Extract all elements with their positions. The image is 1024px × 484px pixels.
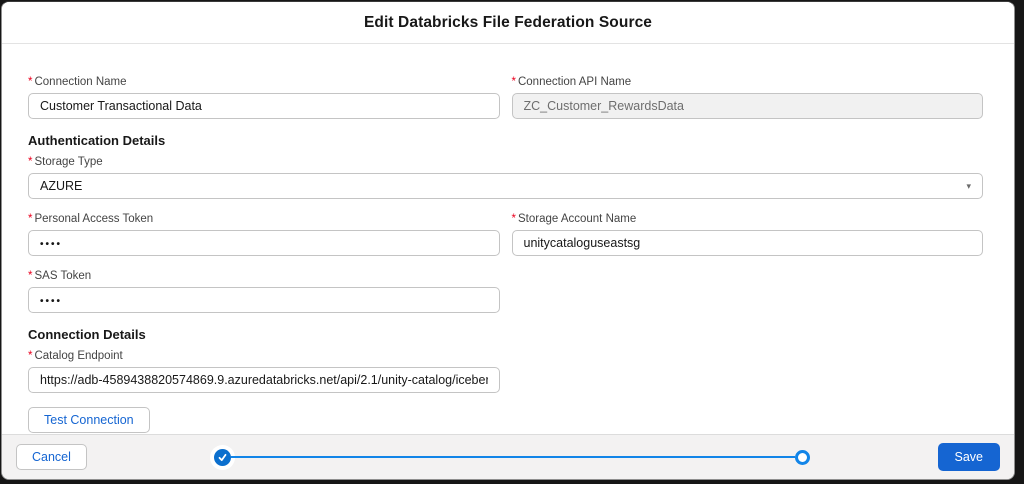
- storage-account-name-input[interactable]: [512, 230, 984, 256]
- connection-api-name-input: [512, 93, 984, 119]
- personal-access-token-input[interactable]: [28, 230, 500, 256]
- connection-name-label-text: Connection Name: [34, 76, 126, 88]
- modal-body: *Connection Name *Connection API Name Au…: [2, 44, 1014, 434]
- cancel-button[interactable]: Cancel: [16, 444, 87, 470]
- progress-step-2-current[interactable]: [795, 450, 810, 465]
- sas-token-field: *SAS Token: [28, 270, 500, 313]
- check-icon: [218, 453, 227, 462]
- connection-name-field: *Connection Name: [28, 76, 500, 119]
- connection-api-name-field: *Connection API Name: [512, 76, 984, 119]
- storage-type-field: *Storage Type AZURE ▾: [28, 156, 983, 199]
- personal-access-token-field: *Personal Access Token: [28, 213, 500, 256]
- progress-step-1-complete[interactable]: [214, 449, 231, 466]
- catalog-endpoint-field: *Catalog Endpoint: [28, 350, 500, 393]
- storage-account-name-label: *Storage Account Name: [512, 213, 984, 226]
- catalog-endpoint-input[interactable]: [28, 367, 500, 393]
- personal-access-token-label-text: Personal Access Token: [34, 213, 153, 225]
- modal-title: Edit Databricks File Federation Source: [364, 14, 652, 32]
- required-asterisk: *: [28, 213, 32, 225]
- save-button[interactable]: Save: [938, 443, 1001, 471]
- connection-api-name-label: *Connection API Name: [512, 76, 984, 89]
- connection-api-name-label-text: Connection API Name: [518, 76, 631, 88]
- connection-name-label: *Connection Name: [28, 76, 500, 89]
- connection-details-heading: Connection Details: [28, 327, 983, 342]
- storage-type-select[interactable]: AZURE ▾: [28, 173, 983, 199]
- required-asterisk: *: [512, 213, 516, 225]
- edit-source-modal: Edit Databricks File Federation Source *…: [1, 1, 1015, 480]
- required-asterisk: *: [512, 76, 516, 88]
- storage-type-label: *Storage Type: [28, 156, 983, 169]
- catalog-endpoint-label-text: Catalog Endpoint: [34, 350, 122, 362]
- connection-name-input[interactable]: [28, 93, 500, 119]
- required-asterisk: *: [28, 350, 32, 362]
- required-asterisk: *: [28, 270, 32, 282]
- catalog-endpoint-label: *Catalog Endpoint: [28, 350, 500, 363]
- storage-account-name-field: *Storage Account Name: [512, 213, 984, 256]
- test-connection-button[interactable]: Test Connection: [28, 407, 150, 433]
- sas-token-label-text: SAS Token: [34, 270, 91, 282]
- modal-header: Edit Databricks File Federation Source: [2, 2, 1014, 44]
- storage-type-selected-value: AZURE: [40, 179, 82, 193]
- personal-access-token-label: *Personal Access Token: [28, 213, 500, 226]
- storage-account-name-label-text: Storage Account Name: [518, 213, 636, 225]
- authentication-details-heading: Authentication Details: [28, 133, 983, 148]
- sas-token-label: *SAS Token: [28, 270, 500, 283]
- progress-track: [231, 456, 795, 459]
- progress-indicator: [214, 449, 810, 466]
- chevron-down-icon: ▾: [966, 182, 971, 191]
- modal-footer: Cancel Save: [2, 434, 1014, 479]
- required-asterisk: *: [28, 76, 32, 88]
- sas-token-input[interactable]: [28, 287, 500, 313]
- storage-type-label-text: Storage Type: [34, 156, 102, 168]
- required-asterisk: *: [28, 156, 32, 168]
